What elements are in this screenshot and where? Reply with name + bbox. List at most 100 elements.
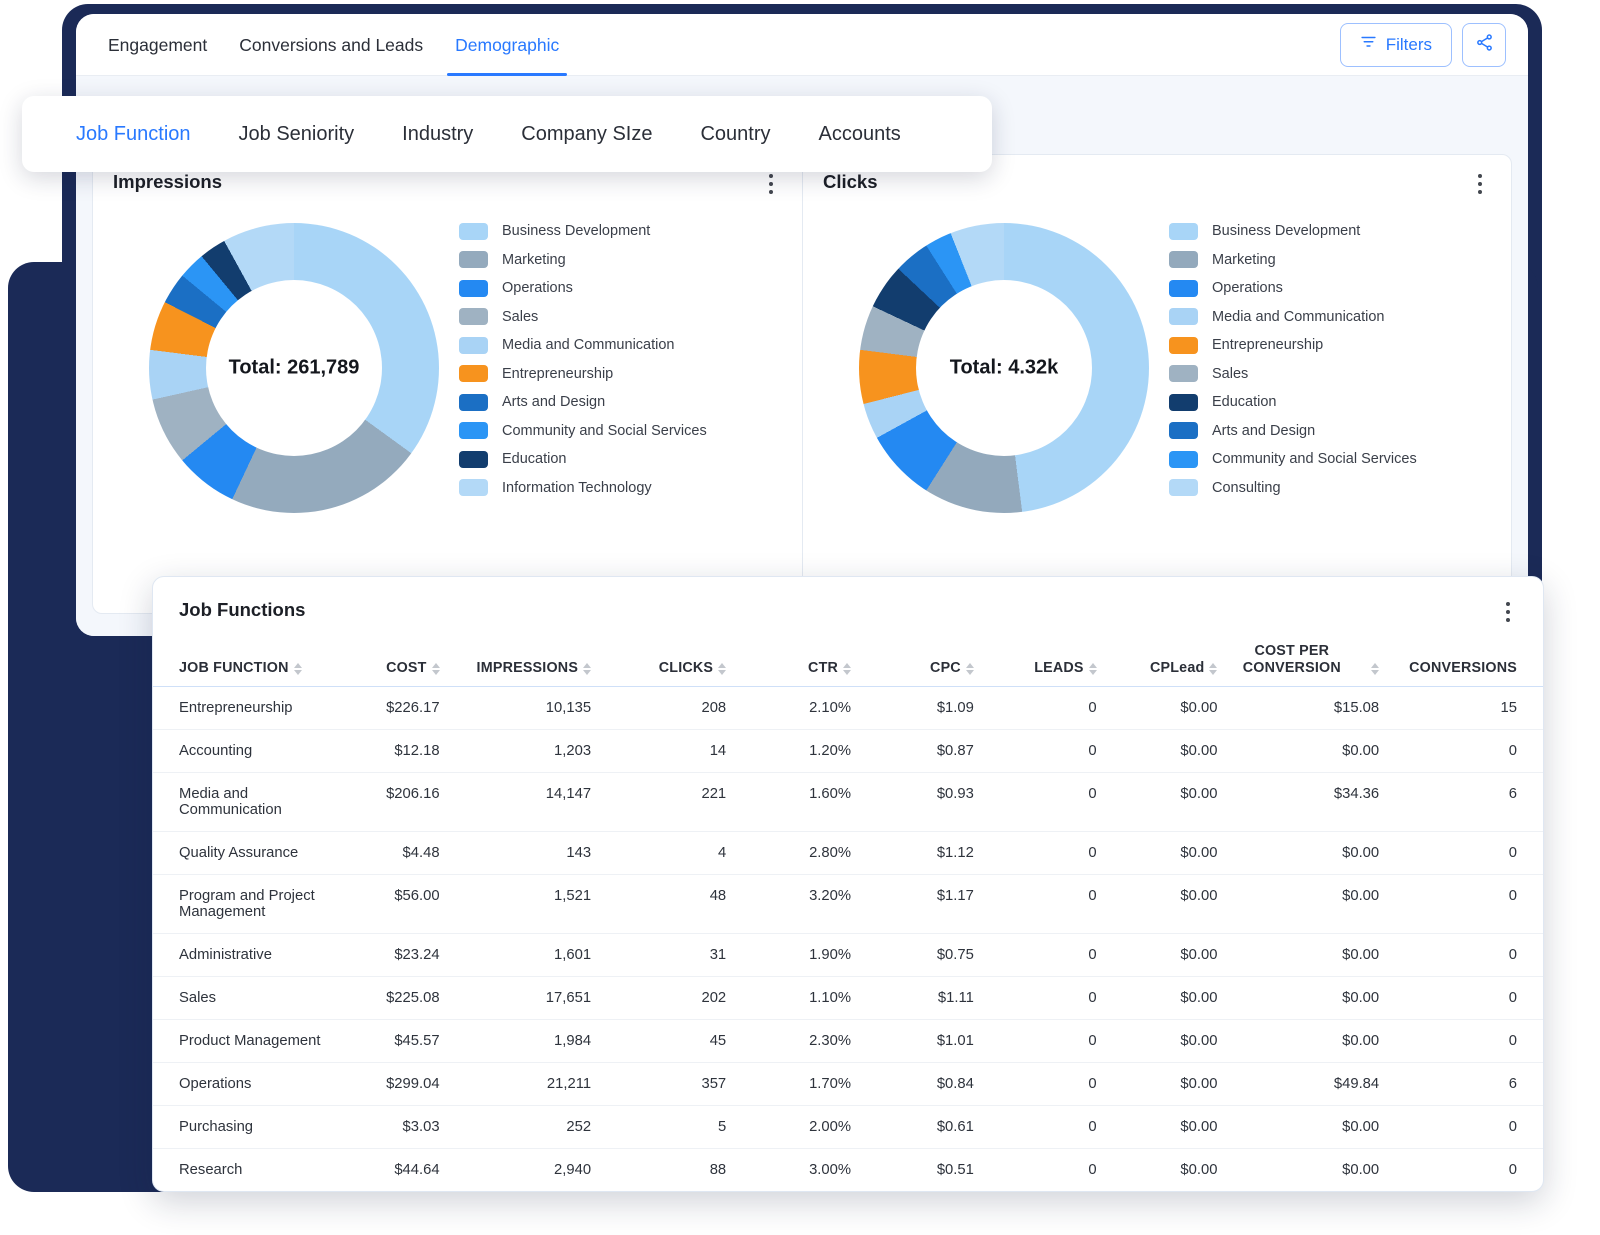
cell-impressions: 1,203	[439, 729, 592, 773]
sort-arrows-icon[interactable]	[718, 662, 727, 677]
cell-impressions: 252	[439, 1105, 592, 1149]
table-row[interactable]: Accounting $12.18 1,203 14 1.20% $0.87 0 $0.00 $…	[153, 729, 1543, 773]
cell-impressions: 1,521	[439, 874, 592, 934]
sort-arrows-icon[interactable]	[843, 662, 852, 677]
tab-demographic[interactable]: Demographic	[439, 14, 575, 76]
legend-item[interactable]: Operations	[459, 274, 782, 303]
cell-conversions: 0	[1379, 1148, 1543, 1191]
cell-ctr: 1.60%	[726, 772, 852, 832]
legend-item[interactable]: Information Technology	[459, 474, 782, 503]
subnav-item-company-size[interactable]: Company SIze	[497, 123, 676, 146]
kebab-menu-icon[interactable]	[1469, 171, 1491, 197]
legend-item[interactable]: Sales	[1169, 360, 1491, 389]
column-header-cost[interactable]: COST	[329, 629, 440, 687]
column-header-clicks[interactable]: CLICKS	[591, 629, 727, 687]
sort-arrows-icon[interactable]	[965, 662, 974, 677]
kebab-menu-icon[interactable]	[1497, 599, 1519, 625]
legend-label: Sales	[502, 308, 539, 325]
tab-conversions-and-leads[interactable]: Conversions and Leads	[223, 14, 439, 76]
subnav-item-country[interactable]: Country	[676, 123, 794, 146]
subnav-item-accounts[interactable]: Accounts	[795, 123, 925, 146]
legend-item[interactable]: Arts and Design	[1169, 417, 1491, 446]
clicks-donut-chart: Total: 4.32k	[839, 203, 1169, 533]
legend-item[interactable]: Business Development	[459, 217, 782, 246]
legend-color-swatch	[459, 222, 488, 240]
cell-cost-per-conversion: $49.84	[1217, 1062, 1380, 1106]
legend-item[interactable]: Education	[459, 445, 782, 474]
legend-item[interactable]: Consulting	[1169, 474, 1491, 503]
legend-color-swatch	[459, 393, 488, 411]
column-header-cplead[interactable]: CPLead	[1096, 629, 1218, 687]
table-row[interactable]: Program and Project Management $56.00 1,52…	[153, 874, 1543, 934]
table-row[interactable]: Media and Communication $206.16 14,147 221 1…	[153, 772, 1543, 832]
subnav-item-industry[interactable]: Industry	[378, 123, 497, 146]
legend-color-swatch	[459, 336, 488, 354]
sort-arrows-icon[interactable]	[293, 662, 302, 677]
column-header-impressions[interactable]: IMPRESSIONS	[439, 629, 592, 687]
column-header-cpc[interactable]: CPC	[851, 629, 974, 687]
legend-item[interactable]: Arts and Design	[459, 388, 782, 417]
table-row[interactable]: Operations $299.04 21,211 357 1.70% $0.84 0 $0.…	[153, 1062, 1543, 1106]
table-row[interactable]: Sales $225.08 17,651 202 1.10% $1.11 0 $0.00 $0.…	[153, 976, 1543, 1020]
table-row[interactable]: Research $44.64 2,940 88 3.00% $0.51 0 $0.00 $0.…	[153, 1148, 1543, 1191]
table-header-row: JOB FUNCTION COST IMPRESSIONS CLICKS CTR CPC L…	[153, 629, 1543, 687]
cell-clicks: 14	[591, 729, 727, 773]
panel-header: Job Functions	[153, 577, 1543, 629]
legend-item[interactable]: Media and Communication	[1169, 303, 1491, 332]
legend-item[interactable]: Entrepreneurship	[1169, 331, 1491, 360]
cell-cost: $3.03	[329, 1105, 440, 1149]
column-header-label: JOB FUNCTION	[179, 659, 289, 676]
table-row[interactable]: Administrative $23.24 1,601 31 1.90% $0.75 0 $0…	[153, 933, 1543, 977]
tab-engagement[interactable]: Engagement	[92, 14, 223, 76]
table-row[interactable]: Entrepreneurship $226.17 10,135 208 2.10% $1.…	[153, 686, 1543, 730]
legend-item[interactable]: Community and Social Services	[1169, 445, 1491, 474]
legend-item[interactable]: Operations	[1169, 274, 1491, 303]
legend-item[interactable]: Sales	[459, 303, 782, 332]
cell-cpc: $1.01	[851, 1019, 974, 1063]
legend-item[interactable]: Education	[1169, 388, 1491, 417]
sort-arrows-icon[interactable]	[1209, 662, 1218, 677]
sort-arrows-icon[interactable]	[583, 662, 592, 677]
share-icon	[1475, 33, 1494, 57]
legend-item[interactable]: Marketing	[1169, 246, 1491, 275]
share-button[interactable]	[1462, 22, 1506, 67]
legend-item[interactable]: Business Development	[1169, 217, 1491, 246]
sort-arrows-icon[interactable]	[1088, 662, 1097, 677]
legend-label: Arts and Design	[1212, 422, 1316, 439]
column-header-job-function[interactable]: JOB FUNCTION	[153, 629, 330, 687]
legend-color-swatch	[1169, 365, 1198, 383]
table-row[interactable]: Product Management $45.57 1,984 45 2.30% $1.0…	[153, 1019, 1543, 1063]
subnav-item-job-function[interactable]: Job Function	[52, 123, 215, 146]
cell-cost-per-conversion: $34.36	[1217, 772, 1380, 832]
subnav-item-job-seniority[interactable]: Job Seniority	[215, 123, 379, 146]
cell-impressions: 1,984	[439, 1019, 592, 1063]
cell-job-function: Purchasing	[153, 1105, 330, 1149]
table-row[interactable]: Quality Assurance $4.48 143 4 2.80% $1.12 0 $0.…	[153, 831, 1543, 875]
chart-body: Total: 4.32k Business Development Marketin…	[823, 203, 1491, 533]
legend-item[interactable]: Media and Communication	[459, 331, 782, 360]
legend-label: Education	[502, 451, 567, 468]
legend-color-swatch	[459, 308, 488, 326]
cell-job-function: Administrative	[153, 933, 330, 977]
filters-button[interactable]: Filters	[1339, 22, 1452, 67]
table-row[interactable]: Purchasing $3.03 252 5 2.00% $0.61 0 $0.00 $0.00…	[153, 1105, 1543, 1149]
cell-conversions: 0	[1379, 933, 1543, 977]
column-header-cost-per-conversion[interactable]: COST PER CONVERSION	[1217, 629, 1380, 687]
cell-ctr: 1.70%	[726, 1062, 852, 1106]
column-header-ctr[interactable]: CTR	[726, 629, 852, 687]
legend-item[interactable]: Community and Social Services	[459, 417, 782, 446]
legend-item[interactable]: Entrepreneurship	[459, 360, 782, 389]
sort-arrows-icon[interactable]	[431, 662, 440, 677]
cell-cplead: $0.00	[1096, 1019, 1218, 1063]
cell-conversions: 6	[1379, 772, 1543, 832]
cell-impressions: 17,651	[439, 976, 592, 1020]
sort-arrows-icon[interactable]	[1371, 662, 1380, 677]
column-header-leads[interactable]: LEADS	[973, 629, 1097, 687]
cell-cplead: $0.00	[1096, 729, 1218, 773]
cell-conversions: 0	[1379, 874, 1543, 934]
legend-label: Education	[1212, 394, 1277, 411]
cell-job-function: Operations	[153, 1062, 330, 1106]
legend-item[interactable]: Marketing	[459, 246, 782, 275]
donut-total-label: Total: 4.32k	[949, 356, 1059, 379]
kebab-menu-icon[interactable]	[760, 171, 782, 197]
